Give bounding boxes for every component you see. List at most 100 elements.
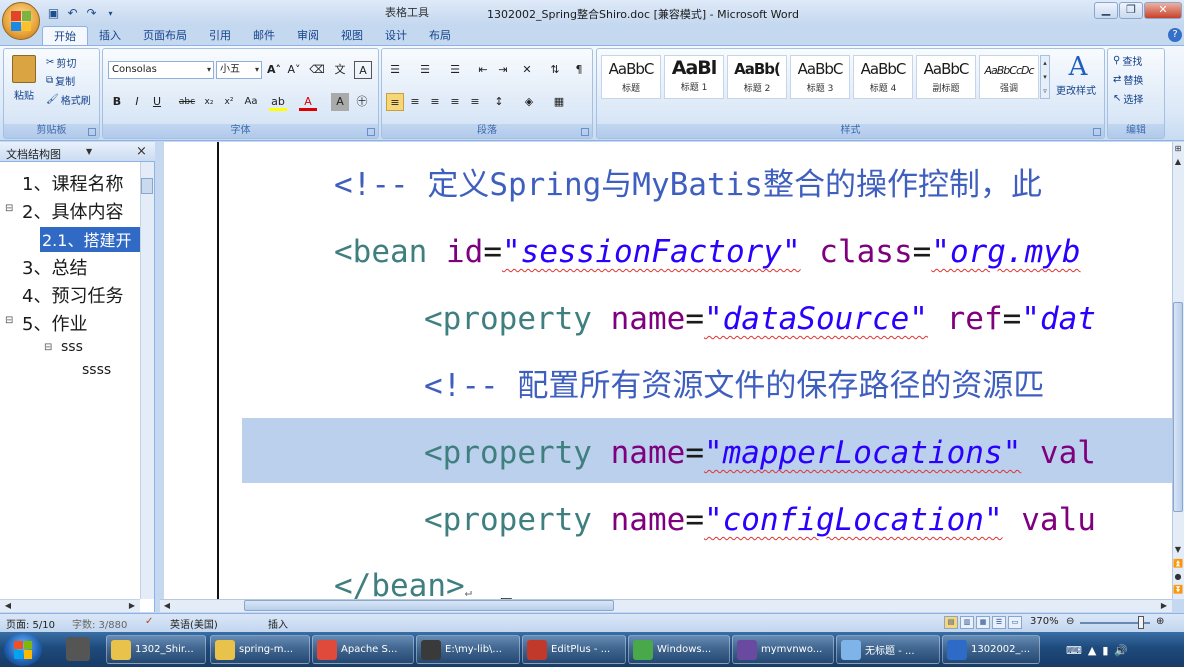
help-icon[interactable]: ? — [1168, 28, 1182, 42]
style-heading-4[interactable]: AaBbC 标题 4 — [853, 55, 913, 99]
tab-insert[interactable]: 插入 — [88, 26, 132, 45]
tab-layout[interactable]: 布局 — [418, 26, 462, 45]
superscript-icon[interactable]: x² — [220, 93, 238, 111]
zoom-in-icon[interactable]: ⊕ — [1156, 616, 1164, 627]
style-heading-3[interactable]: AaBbC 标题 3 — [790, 55, 850, 99]
save-icon[interactable]: ▣ — [46, 6, 61, 21]
next-page-icon[interactable]: ⏬ — [1172, 584, 1184, 596]
scroll-right-icon[interactable]: ▶ — [1158, 600, 1170, 612]
prev-page-icon[interactable]: ⏫ — [1172, 558, 1184, 570]
align-right-icon[interactable]: ≡ — [426, 93, 444, 111]
chevron-down-icon[interactable]: ▼ — [86, 147, 92, 156]
chinese-layout-icon[interactable]: ✕ — [518, 61, 536, 79]
clipboard-launcher-icon[interactable] — [88, 128, 96, 136]
tab-review[interactable]: 审阅 — [286, 26, 330, 45]
collapse-icon[interactable]: ⊟ — [5, 203, 13, 214]
nav-item[interactable]: 3、总结 — [22, 254, 87, 280]
office-button[interactable] — [2, 2, 40, 40]
tab-design[interactable]: 设计 — [374, 26, 418, 45]
tab-home[interactable]: 开始 — [42, 26, 88, 45]
taskbar-mymvn[interactable]: mymvnwo... — [732, 635, 834, 664]
copy-button[interactable]: ⧉ 复制 — [46, 73, 75, 88]
subscript-icon[interactable]: x₂ — [200, 93, 218, 111]
redo-icon[interactable]: ↷ — [84, 6, 99, 21]
paste-button[interactable]: 粘贴 — [14, 87, 34, 102]
change-styles-button[interactable]: A 更改样式 — [1056, 52, 1098, 97]
volume-icon[interactable]: 🔊 — [1114, 644, 1128, 657]
paragraph-launcher-icon[interactable] — [581, 128, 589, 136]
nav-scrollbar[interactable] — [140, 162, 154, 599]
nav-item[interactable]: 1、课程名称 — [22, 170, 123, 196]
taskbar-editplus[interactable]: EditPlus - ... — [522, 635, 626, 664]
bullets-icon[interactable]: ☰ — [386, 61, 404, 79]
taskbar-sublime[interactable]: E:\my-lib\... — [416, 635, 520, 664]
shrink-font-icon[interactable]: A˅ — [285, 61, 303, 79]
customize-qat-icon[interactable]: ▾ — [103, 6, 118, 21]
distribute-icon[interactable]: ≡ — [466, 93, 484, 111]
full-screen-reading-icon[interactable]: ▥ — [960, 616, 974, 629]
print-layout-icon[interactable]: ▤ — [944, 616, 958, 629]
font-launcher-icon[interactable] — [367, 128, 375, 136]
align-left-icon[interactable]: ≡ — [386, 93, 404, 111]
page-indicator[interactable]: 页面: 5/10 — [6, 616, 55, 631]
collapse-icon[interactable]: ⊟ — [5, 315, 13, 326]
enclose-char-icon[interactable]: ㊉ — [353, 93, 371, 111]
scroll-left-icon[interactable]: ◀ — [2, 600, 14, 612]
multilevel-list-icon[interactable]: ☰ — [446, 61, 464, 79]
char-shading-icon[interactable]: A — [331, 93, 349, 111]
grow-font-icon[interactable]: A˄ — [265, 61, 283, 79]
char-border-icon[interactable]: A — [354, 61, 372, 79]
change-case-icon[interactable]: Aa — [242, 93, 260, 111]
nav-item-selected[interactable]: 2.1、搭建开 — [42, 227, 131, 251]
highlight-icon[interactable]: ab — [269, 93, 287, 111]
taskbar-folder-2[interactable]: spring-m... — [210, 635, 310, 664]
sort-icon[interactable]: ⇅ — [546, 61, 564, 79]
zoom-level[interactable]: 370% — [1030, 616, 1059, 627]
tab-view[interactable]: 视图 — [330, 26, 374, 45]
taskbar-word[interactable]: 1302002_... — [942, 635, 1040, 664]
paste-icon[interactable] — [12, 55, 36, 83]
style-emphasis[interactable]: AaBbCcDc 强调 — [979, 55, 1039, 99]
ruler-toggle-icon[interactable]: ⊞ — [1172, 143, 1184, 155]
horizontal-scroll-thumb[interactable] — [244, 600, 614, 611]
nav-scroll-thumb[interactable] — [141, 178, 153, 194]
style-subtitle[interactable]: AaBbC 副标题 — [916, 55, 976, 99]
nav-item[interactable]: ssss — [82, 362, 111, 378]
nav-item[interactable]: 5、作业 — [22, 310, 87, 336]
scroll-up-icon[interactable]: ▲ — [1172, 156, 1184, 168]
close-icon[interactable]: × — [136, 144, 147, 159]
font-name-combo[interactable]: Consolas ▾ — [108, 61, 214, 79]
taskbar-paint[interactable]: 无标题 - ... — [836, 635, 940, 664]
line-spacing-icon[interactable]: ↕ — [490, 93, 508, 111]
draft-view-icon[interactable]: ▭ — [1008, 616, 1022, 629]
show-marks-icon[interactable]: ¶ — [570, 61, 588, 79]
nav-item[interactable]: 4、预习任务 — [22, 282, 123, 308]
style-heading-2[interactable]: AaBb(标题 2 — [727, 55, 787, 99]
numbering-icon[interactable]: ☰ — [416, 61, 434, 79]
scroll-right-icon[interactable]: ▶ — [126, 600, 138, 612]
strikethrough-icon[interactable]: abc — [178, 93, 196, 111]
styles-launcher-icon[interactable] — [1093, 128, 1101, 136]
language-indicator[interactable]: 英语(美国) — [170, 616, 218, 631]
scroll-down-icon[interactable]: ▼ — [1172, 544, 1184, 556]
tab-mailings[interactable]: 邮件 — [242, 26, 286, 45]
align-center-icon[interactable]: ≡ — [406, 93, 424, 111]
justify-icon[interactable]: ≡ — [446, 93, 464, 111]
undo-icon[interactable]: ↶ — [65, 6, 80, 21]
network-icon[interactable]: ▮ — [1102, 644, 1108, 657]
taskbar-chrome[interactable]: Apache S... — [312, 635, 414, 664]
style-heading-1[interactable]: AaBl 标题 1 — [664, 55, 724, 99]
bold-icon[interactable]: B — [108, 93, 126, 111]
close-button[interactable]: ✕ — [1144, 2, 1182, 19]
show-hidden-icon[interactable]: ▲ — [1088, 644, 1096, 657]
zoom-slider-thumb[interactable] — [1138, 616, 1144, 629]
nav-item[interactable]: sss — [61, 339, 83, 355]
format-painter-button[interactable]: 🖌 格式刷 — [46, 92, 91, 107]
replace-button[interactable]: ⇄ 替换 — [1113, 72, 1143, 87]
borders-icon[interactable]: ▦ — [550, 93, 568, 111]
web-layout-icon[interactable]: ▦ — [976, 616, 990, 629]
keyboard-icon[interactable]: ⌨ — [1066, 644, 1082, 657]
underline-icon[interactable]: U — [148, 93, 166, 111]
outline-view-icon[interactable]: ☰ — [992, 616, 1006, 629]
minimize-button[interactable]: ▁ — [1094, 2, 1118, 19]
